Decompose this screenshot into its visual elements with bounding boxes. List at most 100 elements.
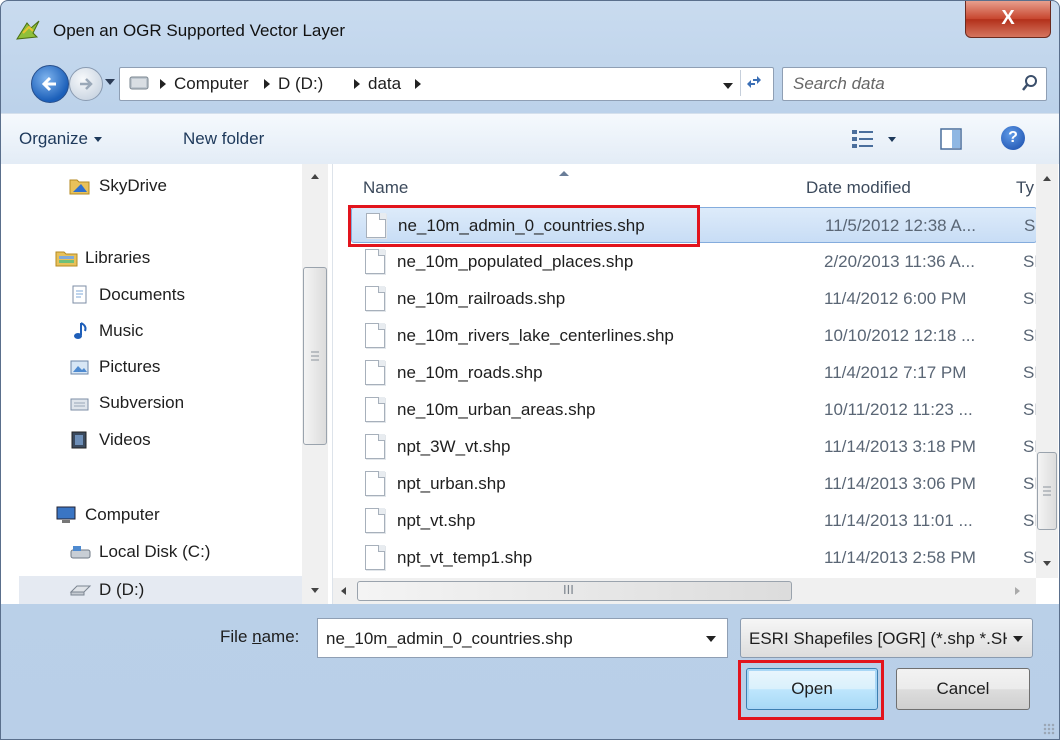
file-list[interactable]: Name Date modified Ty ne_10m_admin_0_cou… xyxy=(333,164,1059,604)
file-type-filter-select[interactable]: ESRI Shapefiles [OGR] (*.shp *.SHP) xyxy=(740,618,1033,658)
refresh-button[interactable] xyxy=(740,70,769,96)
breadcrumb-separator-icon[interactable] xyxy=(415,79,421,89)
column-header-name[interactable]: Name xyxy=(351,164,804,206)
file-icon xyxy=(365,545,385,570)
file-row[interactable]: ne_10m_railroads.shp 11/4/2012 6:00 PM S… xyxy=(351,281,1037,315)
file-row[interactable]: ne_10m_populated_places.shp 2/20/2013 11… xyxy=(351,244,1037,278)
change-view-icon[interactable] xyxy=(850,128,876,150)
file-row[interactable]: npt_vt.shp 11/14/2013 11:01 ... SH xyxy=(351,503,1037,537)
scroll-down-icon[interactable] xyxy=(311,588,319,593)
nav-label: Subversion xyxy=(99,393,185,412)
sort-ascending-icon xyxy=(559,171,569,176)
organize-menu[interactable]: Organize xyxy=(19,129,102,149)
scrollbar-thumb[interactable] xyxy=(1037,452,1057,530)
file-date: 11/4/2012 6:00 PM xyxy=(824,289,967,308)
cancel-button[interactable]: Cancel xyxy=(896,668,1030,710)
chevron-down-icon xyxy=(93,137,102,143)
file-type: SH xyxy=(1023,400,1037,419)
search-box[interactable]: Search data xyxy=(782,67,1047,101)
nav-label: SkyDrive xyxy=(99,176,168,195)
scroll-up-icon[interactable] xyxy=(1043,176,1051,181)
forward-arrow-icon xyxy=(80,78,93,90)
file-name-value[interactable]: ne_10m_admin_0_countries.shp xyxy=(326,629,573,649)
file-type: SH xyxy=(1023,548,1037,567)
chevron-down-icon[interactable] xyxy=(706,636,716,642)
browser-area: SkyDrive Libraries Documents Music Pictu… xyxy=(1,164,1059,604)
column-header-type[interactable]: Ty xyxy=(1016,164,1038,206)
search-icon[interactable] xyxy=(1020,73,1040,93)
navigation-bar: Computer D (D:) data Search data xyxy=(1,59,1059,109)
navigation-pane[interactable]: SkyDrive Libraries Documents Music Pictu… xyxy=(1,164,333,604)
nav-label: Documents xyxy=(99,285,185,304)
dialog-title: Open an OGR Supported Vector Layer xyxy=(53,21,346,40)
address-dropdown[interactable] xyxy=(723,83,733,89)
file-row[interactable]: ne_10m_roads.shp 11/4/2012 7:17 PM SH xyxy=(351,355,1037,389)
file-row[interactable]: ne_10m_urban_areas.shp 10/11/2012 11:23 … xyxy=(351,392,1037,426)
file-date: 11/5/2012 12:38 A... xyxy=(825,216,976,235)
scroll-up-icon[interactable] xyxy=(311,174,319,179)
chevron-down-icon[interactable] xyxy=(1013,636,1023,642)
file-icon xyxy=(365,360,385,385)
breadcrumb-separator-icon[interactable] xyxy=(264,79,270,89)
selected-nav-highlight xyxy=(19,576,309,604)
breadcrumb-drive[interactable]: D (D:) xyxy=(278,74,323,94)
file-name: ne_10m_roads.shp xyxy=(397,363,543,382)
nav-label: Libraries xyxy=(85,248,151,267)
computer-icon xyxy=(56,506,76,523)
file-name: npt_urban.shp xyxy=(397,474,506,493)
file-name: ne_10m_urban_areas.shp xyxy=(397,400,596,419)
subversion-icon xyxy=(70,398,89,411)
new-folder-button[interactable]: New folder xyxy=(183,129,264,149)
forward-button[interactable] xyxy=(69,67,103,101)
file-name: npt_3W_vt.shp xyxy=(397,437,511,456)
videos-icon xyxy=(71,431,87,449)
grip-icon xyxy=(311,351,319,361)
search-input[interactable]: Search data xyxy=(793,74,885,94)
file-list-horizontal-scrollbar[interactable]: III xyxy=(333,578,1036,604)
breadcrumb-computer[interactable]: Computer xyxy=(174,74,249,94)
file-icon xyxy=(365,323,385,348)
file-date: 11/14/2013 2:58 PM xyxy=(824,548,976,567)
file-name: ne_10m_populated_places.shp xyxy=(397,252,634,271)
address-bar[interactable]: Computer D (D:) data xyxy=(119,67,774,101)
resize-grip-icon[interactable] xyxy=(1043,723,1055,735)
scroll-down-icon[interactable] xyxy=(1043,561,1051,566)
file-name-field[interactable]: ne_10m_admin_0_countries.shp xyxy=(317,618,728,658)
breadcrumb-separator-icon[interactable] xyxy=(354,79,360,89)
recent-locations-dropdown[interactable] xyxy=(105,79,115,85)
file-date: 11/14/2013 3:18 PM xyxy=(824,437,976,456)
breadcrumb-separator-icon[interactable] xyxy=(160,79,166,89)
scroll-left-icon[interactable] xyxy=(341,587,346,595)
command-bar: Organize New folder ? xyxy=(1,113,1059,165)
file-list-vertical-scrollbar[interactable] xyxy=(1036,164,1058,578)
file-type: SH xyxy=(1023,437,1037,456)
file-row[interactable]: npt_vt_temp1.shp 11/14/2013 2:58 PM SH xyxy=(351,540,1037,574)
file-row[interactable]: ne_10m_rivers_lake_centerlines.shp 10/10… xyxy=(351,318,1037,352)
file-date: 10/10/2012 12:18 ... xyxy=(824,326,976,345)
file-name: ne_10m_rivers_lake_centerlines.shp xyxy=(397,326,674,345)
breadcrumb-data[interactable]: data xyxy=(368,74,401,94)
file-type: SH xyxy=(1023,289,1037,308)
file-name: npt_vt_temp1.shp xyxy=(397,548,533,567)
file-date: 11/4/2012 7:17 PM xyxy=(824,363,967,382)
nav-label: Pictures xyxy=(99,357,161,376)
horizontal-scrollbar-thumb[interactable]: III xyxy=(357,581,792,601)
file-row[interactable]: npt_urban.shp 11/14/2013 3:06 PM SH xyxy=(351,466,1037,500)
scrollbar-thumb[interactable] xyxy=(303,267,327,445)
back-button[interactable] xyxy=(31,65,69,103)
preview-pane-icon[interactable] xyxy=(939,127,963,151)
file-type: SH xyxy=(1023,363,1037,382)
file-date: 2/20/2013 11:36 A... xyxy=(824,252,975,271)
scroll-right-icon[interactable] xyxy=(1015,587,1020,595)
help-icon[interactable]: ? xyxy=(1001,126,1025,150)
column-header-date[interactable]: Date modified xyxy=(806,164,1002,206)
file-row[interactable]: npt_3W_vt.shp 11/14/2013 3:18 PM SH xyxy=(351,429,1037,463)
nav-pane-scrollbar[interactable] xyxy=(302,164,328,604)
view-options-dropdown[interactable] xyxy=(888,137,896,142)
dialog-footer: File name: ne_10m_admin_0_countries.shp … xyxy=(1,605,1059,739)
file-date: 11/14/2013 3:06 PM xyxy=(824,474,976,493)
close-button[interactable]: X xyxy=(965,1,1051,38)
file-icon xyxy=(365,471,385,496)
file-name: ne_10m_railroads.shp xyxy=(397,289,566,308)
file-name: npt_vt.shp xyxy=(397,511,476,530)
